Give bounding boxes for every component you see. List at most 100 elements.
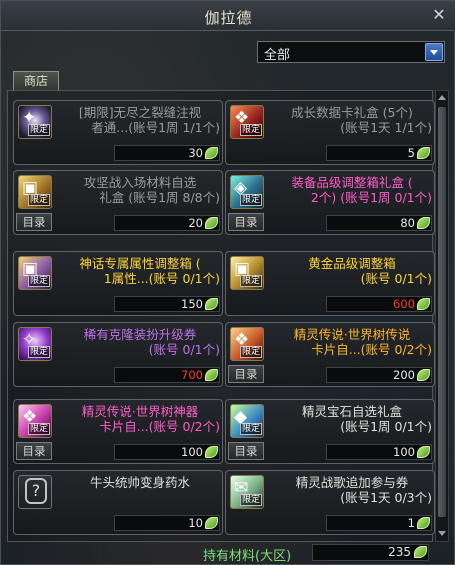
leaf-currency-icon bbox=[417, 517, 430, 529]
item-name: 精灵传说·世界树传说 卡片自...(账号 0/2个) bbox=[272, 327, 432, 357]
item-price: 20 bbox=[114, 215, 220, 231]
item-name: [期限]无尽之裂缝注视 者通...(账号1周 1/1个) bbox=[60, 105, 220, 135]
title-bar: 伽拉德 ✕ bbox=[1, 1, 455, 31]
leaf-currency-icon bbox=[205, 517, 218, 529]
limited-badge: 限定 bbox=[240, 194, 263, 206]
item-name: 攻坚战入场材料自选 礼盒 (账号1周 8/8个) bbox=[60, 175, 220, 205]
shop-item-card[interactable]: ❖ 限定 精灵传说·世界树神器 卡片自...(账号 0/2个) 目录 100 bbox=[13, 399, 223, 464]
teal-box-icon[interactable]: ◈ 限定 bbox=[230, 175, 264, 209]
item-name: 牛头统帅变身药水 bbox=[60, 475, 220, 490]
leaf-currency-icon bbox=[417, 147, 430, 159]
catalog-button[interactable]: 目录 bbox=[16, 442, 52, 460]
item-price: 5 bbox=[326, 145, 432, 161]
gold-chest-icon[interactable]: ▣ 限定 bbox=[18, 175, 52, 209]
item-price: 80 bbox=[326, 215, 432, 231]
shop-item-card[interactable]: ❖ 限定 精灵传说·世界树传说 卡片自...(账号 0/2个) 目录 200 bbox=[225, 322, 435, 387]
item-name: 黄金品级调整箱 (账号 0/1个) bbox=[272, 256, 432, 286]
item-price-value: 200 bbox=[393, 368, 415, 382]
purple-orb-icon[interactable]: ✦ 限定 bbox=[18, 105, 52, 139]
item-price: 600 bbox=[326, 296, 432, 312]
close-icon[interactable]: ✕ bbox=[430, 6, 448, 24]
shop-item-card[interactable]: ▣ 限定 黄金品级调整箱 (账号 0/1个) 600 bbox=[225, 251, 435, 316]
item-price-value: 600 bbox=[393, 297, 415, 311]
purple-chest-icon[interactable]: ▣ 限定 bbox=[18, 256, 52, 290]
gold-box-icon[interactable]: ▣ 限定 bbox=[230, 256, 264, 290]
item-name: 成长数据卡礼盒 (5个) (账号1天 1/1个) bbox=[272, 105, 432, 135]
red-card-box-icon[interactable]: ❖ 限定 bbox=[230, 105, 264, 139]
orange-card-icon[interactable]: ❖ 限定 bbox=[230, 327, 264, 361]
item-price: 1 bbox=[326, 515, 432, 531]
shop-item-card[interactable]: ◆ 限定 精灵宝石自选礼盒 (账号1周 0/1个) 目录 100 bbox=[225, 399, 435, 464]
item-name-line1: 神话专属属性调整箱 ( bbox=[79, 256, 201, 271]
limited-badge: 限定 bbox=[240, 346, 263, 358]
shop-item-card[interactable]: ? 牛头统帅变身药水 10 bbox=[13, 470, 223, 535]
green-ticket-icon[interactable]: ✉ 限定 bbox=[230, 475, 264, 509]
icon-glyph: ? bbox=[25, 478, 47, 504]
item-name-line2: (账号 0/1个) bbox=[148, 342, 220, 357]
leaf-currency-icon bbox=[417, 298, 430, 310]
scrollbar[interactable] bbox=[435, 90, 449, 542]
limited-badge: 限定 bbox=[28, 346, 51, 358]
shop-item-card[interactable]: ✧ 限定 稀有克隆装扮升级券 (账号 0/1个) 700 bbox=[13, 322, 223, 387]
leaf-currency-icon bbox=[417, 217, 430, 229]
item-name-line1: 精灵宝石自选礼盒 bbox=[301, 404, 402, 419]
item-price: 30 bbox=[114, 145, 220, 161]
item-price-value: 5 bbox=[407, 146, 415, 160]
item-name-line2: (账号1天 0/3个) bbox=[340, 490, 432, 505]
item-name-line1: 精灵战歌追加参与券 bbox=[295, 475, 409, 490]
leaf-currency-icon bbox=[417, 446, 430, 458]
item-name-line2: 卡片自...(账号 0/2个) bbox=[311, 342, 432, 357]
item-name-line2: (账号 0/1个) bbox=[360, 271, 432, 286]
item-name: 精灵宝石自选礼盒 (账号1周 0/1个) bbox=[272, 404, 432, 434]
item-name-line2: (账号1天 1/1个) bbox=[340, 120, 432, 135]
shop-item-card[interactable]: ✦ 限定 [期限]无尽之裂缝注视 者通...(账号1周 1/1个) 30 bbox=[13, 100, 223, 165]
shop-item-card[interactable]: ◈ 限定 装备品级调整箱礼盒 (2个) (账号1周 0/1个) 目录 80 bbox=[225, 170, 435, 235]
catalog-button[interactable]: 目录 bbox=[228, 365, 264, 383]
scroll-thumb[interactable] bbox=[438, 107, 446, 517]
leaf-currency-icon bbox=[205, 147, 218, 159]
item-name-line1: 装备品级调整箱礼盒 ( bbox=[291, 175, 413, 190]
leaf-currency-icon bbox=[205, 217, 218, 229]
shop-item-card[interactable]: ▣ 限定 神话专属属性调整箱 (1属性...(账号 0/1个) 150 bbox=[13, 251, 223, 316]
shop-item-card[interactable]: ▣ 限定 攻坚战入场材料自选 礼盒 (账号1周 8/8个) 目录 20 bbox=[13, 170, 223, 235]
catalog-button[interactable]: 目录 bbox=[228, 213, 264, 231]
tab-shop[interactable]: 商店 bbox=[13, 71, 59, 91]
owned-material-label: 持有材料(大区) bbox=[203, 549, 292, 564]
chevron-down-icon[interactable] bbox=[425, 43, 443, 61]
purple-ticket-icon[interactable]: ✧ 限定 bbox=[18, 327, 52, 361]
item-name-line1: 精灵传说·世界树神器 bbox=[81, 404, 199, 419]
item-name-line1: 牛头统帅变身药水 bbox=[89, 475, 190, 490]
scroll-down-icon[interactable] bbox=[437, 529, 447, 539]
gem-box-icon[interactable]: ◆ 限定 bbox=[230, 404, 264, 438]
item-name-line1: 成长数据卡礼盒 (5个) bbox=[291, 105, 413, 120]
scroll-up-icon[interactable] bbox=[437, 93, 447, 103]
leaf-currency-icon bbox=[414, 546, 427, 558]
dropdown-value: 全部 bbox=[264, 48, 291, 63]
pink-card-icon[interactable]: ❖ 限定 bbox=[18, 404, 52, 438]
shop-item-card[interactable]: ❖ 限定 成长数据卡礼盒 (5个) (账号1天 1/1个) 5 bbox=[225, 100, 435, 165]
shop-item-card[interactable]: ✉ 限定 精灵战歌追加参与券 (账号1天 0/3个) 1 bbox=[225, 470, 435, 535]
limited-badge: 限定 bbox=[28, 275, 51, 287]
leaf-currency-icon bbox=[205, 298, 218, 310]
item-name-line1: 精灵传说·世界树传说 bbox=[293, 327, 411, 342]
item-price-value: 80 bbox=[400, 216, 415, 230]
item-price: 100 bbox=[114, 444, 220, 460]
item-name-line1: 黄金品级调整箱 bbox=[308, 256, 396, 271]
item-name-line2: 2个) (账号1周 0/1个) bbox=[310, 190, 432, 205]
item-name-line2: 者通...(账号1周 1/1个) bbox=[91, 120, 220, 135]
owned-material-value: 235 bbox=[388, 545, 411, 559]
window-title: 伽拉德 bbox=[204, 9, 253, 27]
unknown-item-icon[interactable]: ? bbox=[18, 475, 52, 509]
catalog-button[interactable]: 目录 bbox=[228, 442, 264, 460]
item-name: 装备品级调整箱礼盒 (2个) (账号1周 0/1个) bbox=[272, 175, 432, 205]
item-price-value: 700 bbox=[181, 368, 203, 382]
item-price-value: 1 bbox=[407, 516, 415, 530]
shop-window: 伽拉德 ✕ 全部 商店 ✦ 限定 [期限]无尽之裂缝注视 者通...(账号1周 1/1… bbox=[0, 0, 455, 565]
item-name-line2: 礼盒 (账号1周 8/8个) bbox=[99, 190, 220, 205]
limited-badge: 限定 bbox=[240, 275, 263, 287]
category-dropdown[interactable]: 全部 bbox=[257, 41, 445, 63]
item-name-line2: 卡片自...(账号 0/2个) bbox=[99, 419, 220, 434]
item-name: 神话专属属性调整箱 (1属性...(账号 0/1个) bbox=[60, 256, 220, 286]
item-name: 精灵战歌追加参与券 (账号1天 0/3个) bbox=[272, 475, 432, 505]
catalog-button[interactable]: 目录 bbox=[16, 213, 52, 231]
